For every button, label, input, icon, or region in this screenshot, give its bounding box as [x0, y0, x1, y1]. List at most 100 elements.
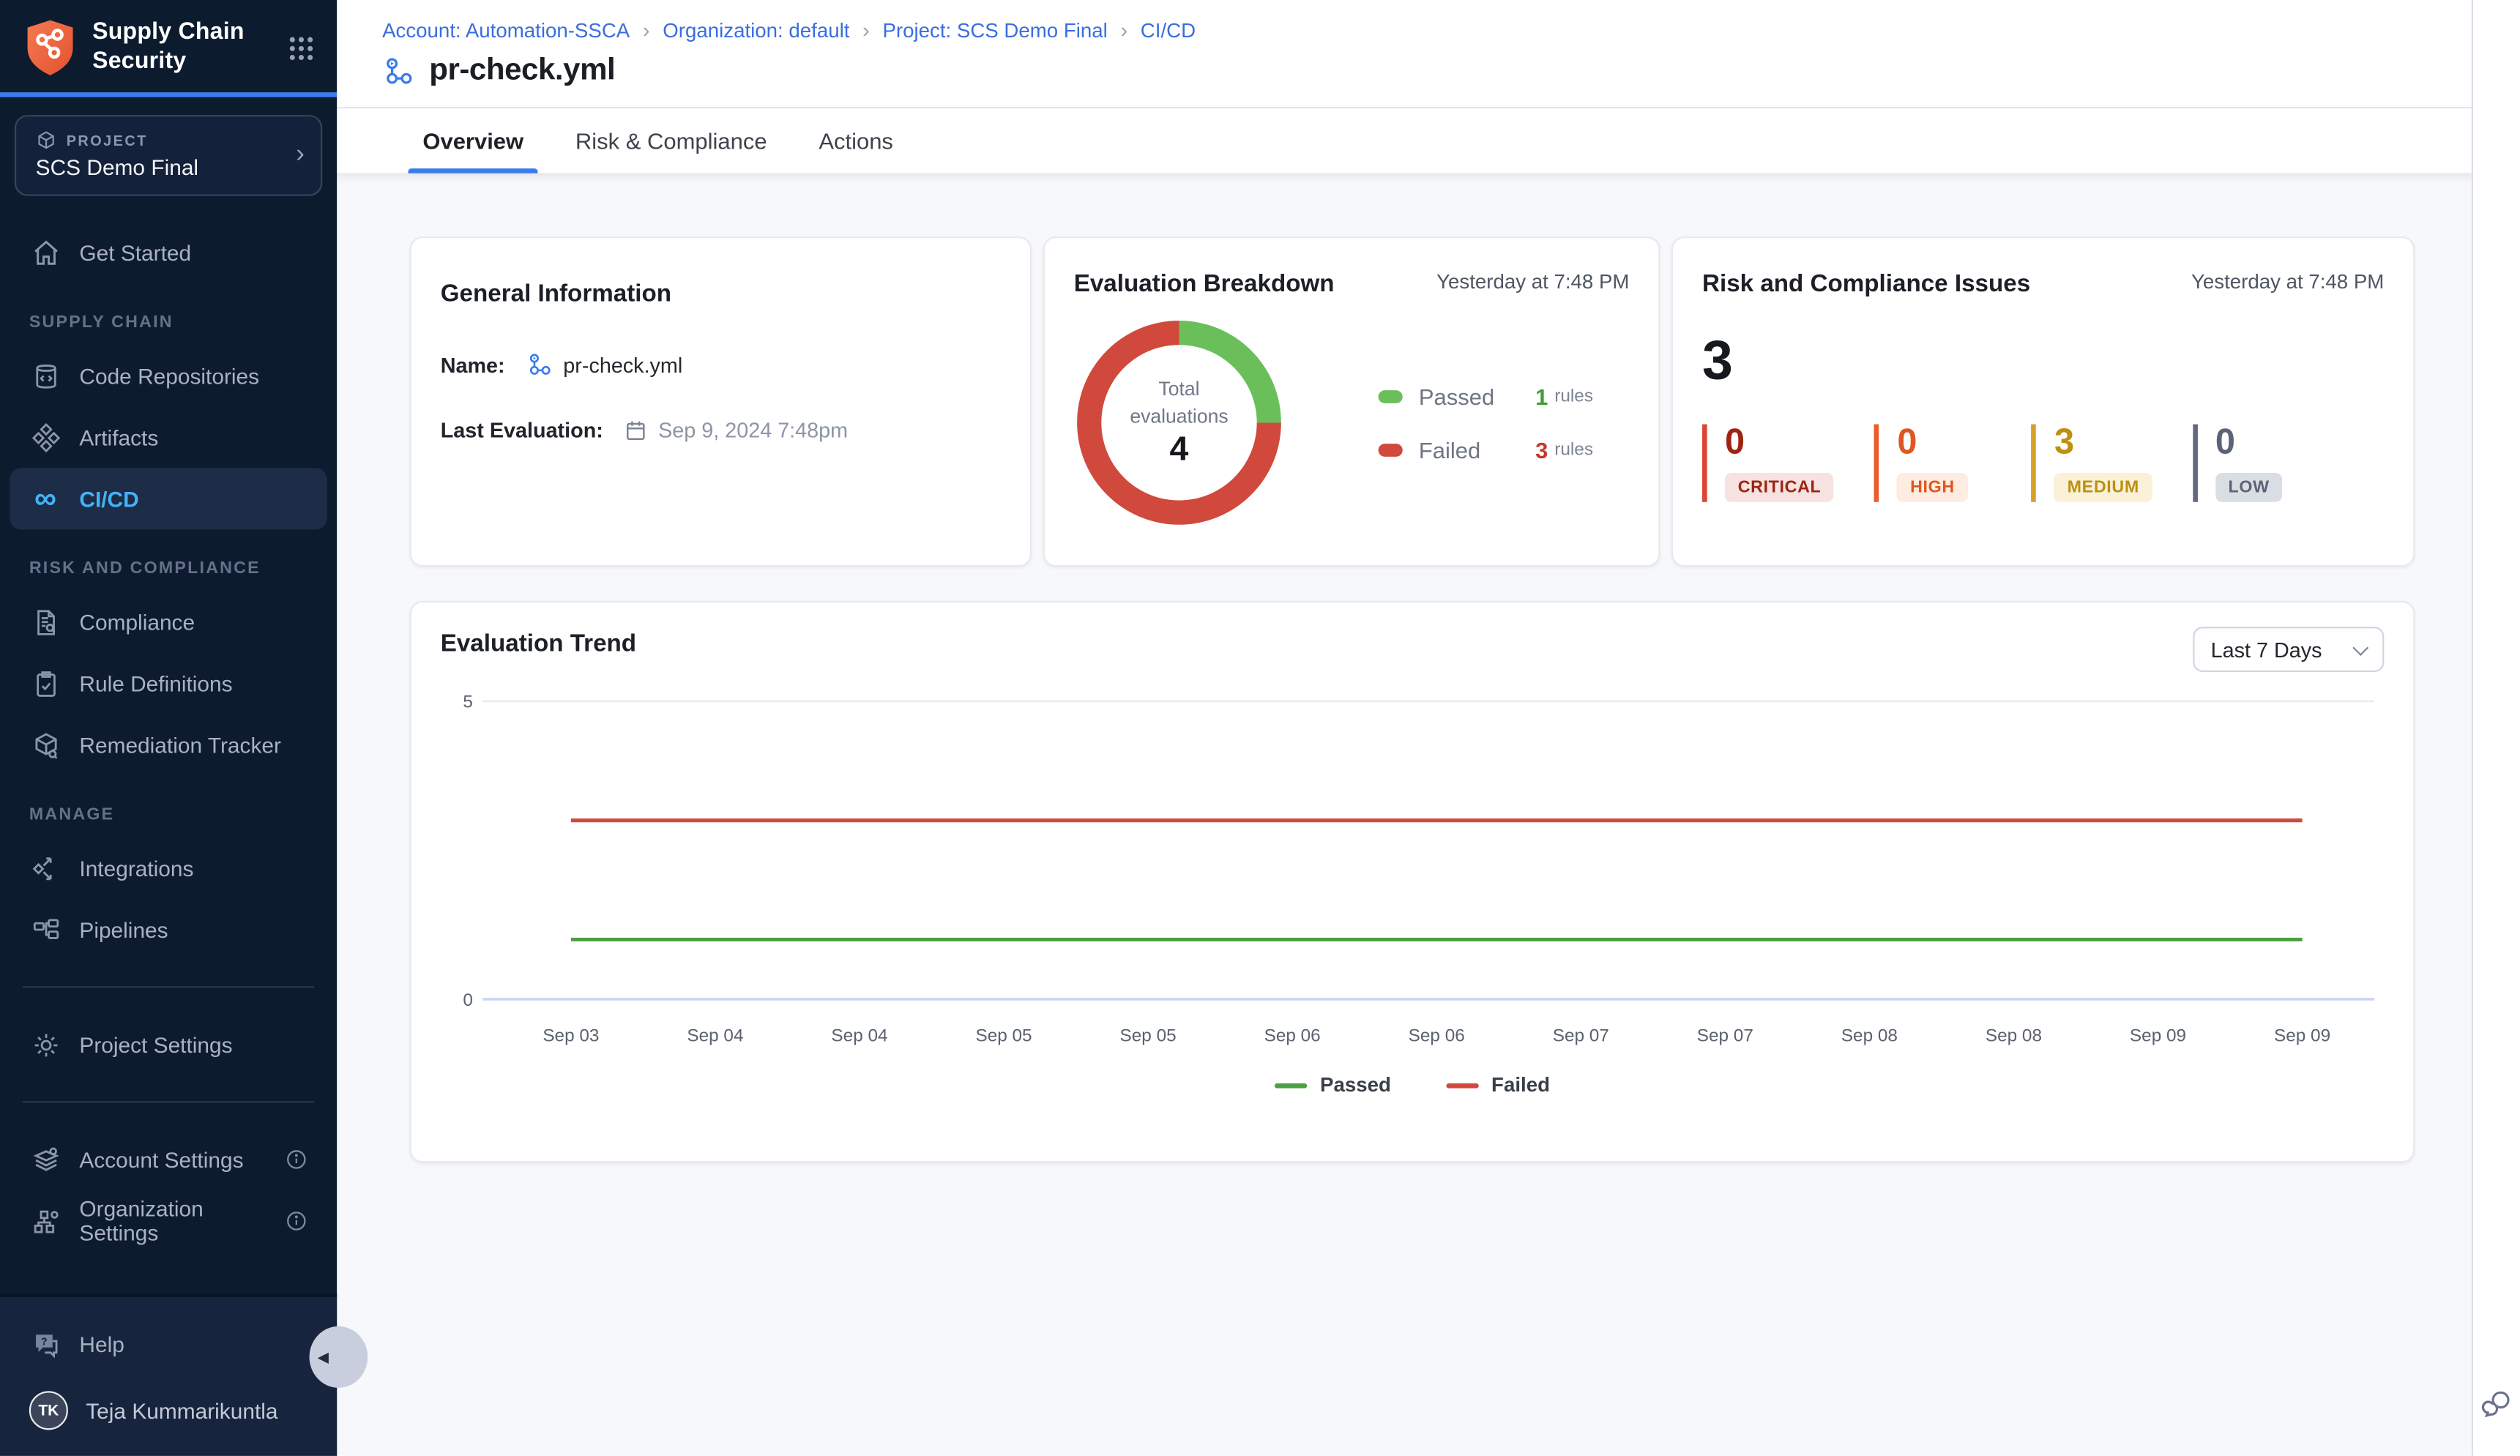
svg-text:Sep 08: Sep 08 [1841, 1026, 1898, 1045]
failed-count: 3 [1535, 436, 1548, 462]
sidebar-item-project-settings[interactable]: Project Settings [0, 1014, 337, 1075]
total-issues-value: 3 [1702, 334, 2384, 389]
breadcrumb-project[interactable]: Project: SCS Demo Final [882, 18, 1107, 41]
sidebar-item-help[interactable]: ? Help [0, 1313, 337, 1375]
pipelines-icon [29, 914, 61, 945]
sidebar-item-code-repositories[interactable]: Code Repositories [0, 345, 337, 406]
tab-actions[interactable]: Actions [814, 108, 898, 173]
time-range-select[interactable]: Last 7 Days [2193, 627, 2384, 672]
legend-row-failed: Failed 3 rules [1379, 436, 1593, 462]
sidebar-divider [23, 986, 314, 988]
compliance-document-icon [29, 606, 61, 637]
svg-text:Sep 09: Sep 09 [2130, 1026, 2186, 1045]
content: General Information Name: pr- [337, 173, 2472, 1456]
breadcrumb: Account: Automation-SSCA Organization: d… [382, 18, 2426, 42]
organization-settings-icon [29, 1206, 61, 1236]
project-selector[interactable]: PROJECT SCS Demo Final [15, 115, 322, 196]
calendar-icon [625, 418, 649, 442]
info-icon[interactable] [285, 1210, 307, 1233]
main-area: Account: Automation-SSCA Organization: d… [337, 0, 2472, 1456]
evaluation-breakdown-legend: Passed 1 rules Failed 3 rules [1379, 383, 1593, 462]
chevron-right-icon [862, 18, 870, 42]
severity-count: 0 [2215, 425, 2309, 460]
pipeline-workflow-icon [526, 351, 553, 379]
svg-text:Sep 06: Sep 06 [1264, 1026, 1321, 1045]
svg-text:5: 5 [463, 692, 473, 712]
tabbar: Overview Risk & Compliance Actions [337, 108, 2472, 173]
severity-count: 3 [2054, 425, 2152, 460]
sidebar-divider [23, 1101, 314, 1102]
page-title: pr-check.yml [429, 53, 615, 89]
help-chat-icon: ? [29, 1329, 61, 1359]
sidebar-item-compliance[interactable]: Compliance [0, 591, 337, 652]
project-name: SCS Demo Final [36, 155, 296, 179]
sidebar: Supply Chain Security [0, 0, 337, 1456]
card-title: Evaluation Trend [441, 630, 636, 658]
right-rail [2472, 0, 2520, 1456]
legend-line-swatch [1275, 1083, 1307, 1088]
integrations-icon [29, 853, 61, 884]
artifacts-icon [29, 422, 61, 452]
sidebar-item-rule-definitions[interactable]: Rule Definitions [0, 653, 337, 714]
sidebar-item-get-started[interactable]: Get Started [0, 222, 337, 283]
app-switcher-icon[interactable] [288, 35, 314, 61]
clipboard-check-icon [29, 668, 61, 699]
evaluation-breakdown-card: Evaluation Breakdown Yesterday at 7:48 P… [1043, 236, 1660, 567]
sidebar-collapse-handle[interactable] [310, 1326, 368, 1388]
nav-section-manage: MANAGE [0, 776, 337, 837]
risk-timestamp: Yesterday at 7:48 PM [2191, 270, 2384, 293]
sidebar-user[interactable]: TK Teja Kummarikuntla [0, 1375, 337, 1446]
trend-legend-item-passed[interactable]: Passed [1275, 1074, 1391, 1097]
sidebar-header: Supply Chain Security [0, 0, 337, 92]
evaluation-trend-legend: Passed Failed [441, 1074, 2385, 1097]
general-information-card: General Information Name: pr- [410, 236, 1032, 567]
chevron-right-icon [296, 142, 305, 168]
gear-icon [29, 1029, 61, 1060]
severity-badge: MEDIUM [2054, 473, 2152, 502]
sidebar-item-pipelines[interactable]: Pipelines [0, 899, 337, 960]
repository-icon [29, 360, 61, 391]
tab-risk-compliance[interactable]: Risk & Compliance [570, 108, 772, 173]
svg-text:?: ? [40, 1334, 47, 1346]
svg-text:Sep 04: Sep 04 [831, 1026, 887, 1045]
user-name: Teja Kummarikuntla [86, 1398, 277, 1422]
svg-text:Sep 06: Sep 06 [1409, 1026, 1465, 1045]
breadcrumb-module[interactable]: CI/CD [1141, 18, 1196, 41]
evaluation-trend-chart: 50Sep 03Sep 04Sep 04Sep 05Sep 05Sep 06Se… [441, 679, 2385, 1083]
donut-center: Totalevaluations 4 [1077, 321, 1281, 525]
svg-text:Sep 05: Sep 05 [975, 1026, 1032, 1045]
severity-badge: HIGH [1897, 473, 1967, 502]
tab-overview[interactable]: Overview [418, 108, 529, 173]
breadcrumb-organization[interactable]: Organization: default [663, 18, 849, 41]
project-cube-icon [36, 130, 57, 151]
sidebar-item-remediation-tracker[interactable]: Remediation Tracker [0, 714, 337, 776]
info-icon[interactable] [285, 1148, 307, 1171]
nav-section-supply-chain: SUPPLY CHAIN [0, 283, 337, 345]
trend-legend-item-failed[interactable]: Failed [1446, 1074, 1550, 1097]
chat-support-icon[interactable] [2480, 1388, 2513, 1420]
sidebar-item-artifacts[interactable]: Artifacts [0, 406, 337, 468]
project-label: PROJECT [67, 132, 148, 148]
breadcrumb-account[interactable]: Account: Automation-SSCA [382, 18, 630, 41]
sidebar-item-cicd[interactable]: CI/CD [10, 468, 327, 529]
svg-text:Sep 03: Sep 03 [543, 1026, 599, 1045]
severity-badge: CRITICAL [1725, 473, 1834, 502]
passed-count: 1 [1535, 383, 1548, 408]
severity-badge: LOW [2215, 473, 2283, 502]
user-avatar: TK [29, 1391, 68, 1430]
card-title: Risk and Compliance Issues [1702, 270, 2030, 298]
sidebar-item-integrations[interactable]: Integrations [0, 837, 337, 899]
sidebar-item-organization-settings[interactable]: Organization Settings [0, 1190, 337, 1252]
legend-label: Passed [1320, 1074, 1391, 1097]
last-evaluation-label: Last Evaluation: [441, 418, 603, 442]
svg-text:0: 0 [463, 990, 473, 1010]
name-value: pr-check.yml [526, 351, 682, 379]
svg-text:Sep 05: Sep 05 [1120, 1026, 1177, 1045]
nav-section-risk-and-compliance: RISK AND COMPLIANCE [0, 529, 337, 591]
last-evaluation-value: Sep 9, 2024 7:48pm [625, 418, 848, 442]
severity-row: 0 CRITICAL 0 HIGH 3 MEDIUM 0 [1702, 425, 2384, 502]
svg-text:Sep 08: Sep 08 [1986, 1026, 2042, 1045]
card-title: Evaluation Breakdown [1074, 270, 1335, 298]
home-icon [29, 237, 61, 268]
sidebar-item-account-settings[interactable]: Account Settings [0, 1129, 337, 1190]
